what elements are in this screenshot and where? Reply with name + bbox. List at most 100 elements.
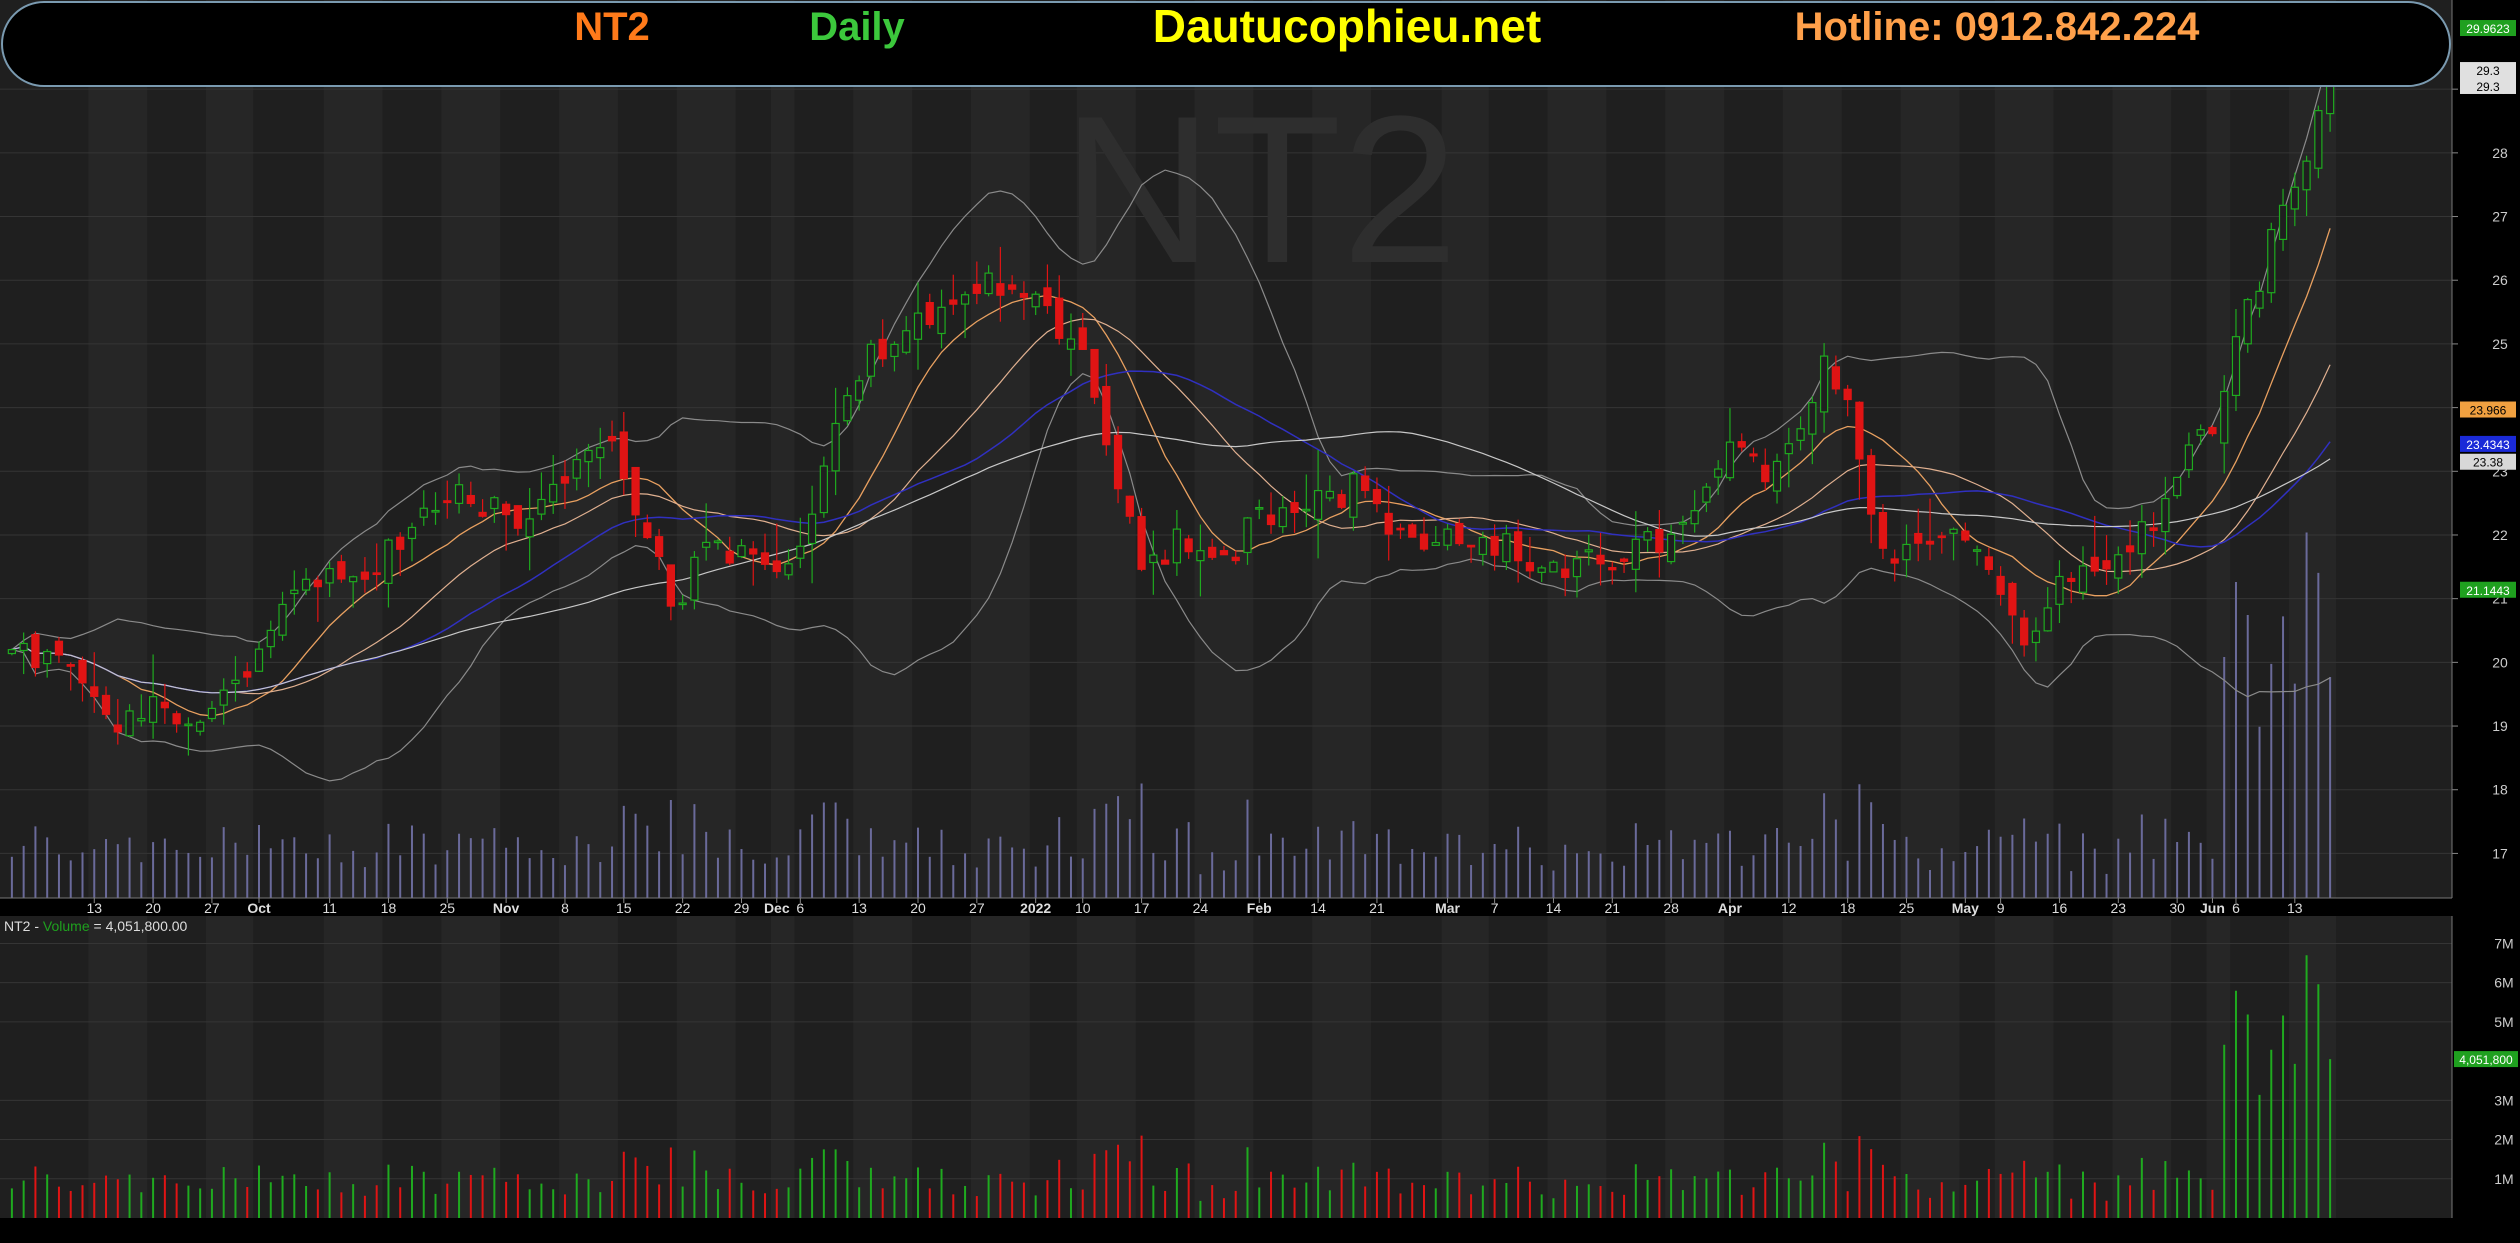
- candle-down: [2149, 527, 2158, 532]
- date-band: [770, 0, 795, 898]
- volume-title-name: Volume: [43, 918, 90, 934]
- volume-tick-label: 5M: [2494, 1014, 2513, 1030]
- price-marker-label: 29.9623: [2466, 22, 2510, 36]
- candle-down: [101, 694, 111, 715]
- candle-up: [2137, 521, 2146, 555]
- candle-down: [2102, 560, 2111, 570]
- date-band-volume: [559, 916, 618, 1218]
- candle-down: [1466, 544, 1476, 548]
- candle-up: [984, 272, 993, 295]
- candle-down: [160, 701, 169, 709]
- candle-down: [1137, 516, 1146, 570]
- candle-up: [913, 312, 923, 340]
- date-band-volume: [770, 916, 795, 1218]
- candle-up: [1949, 528, 1958, 534]
- candle-up: [819, 465, 828, 514]
- candle-up: [1196, 550, 1205, 562]
- candle-up: [2231, 336, 2241, 397]
- candle-up: [1172, 528, 1182, 564]
- candle-down: [1219, 550, 1229, 556]
- price-tick-label: 19: [2492, 718, 2508, 734]
- date-tick-label: 11: [322, 900, 337, 916]
- date-tick-label: 25: [1899, 900, 1915, 916]
- date-tick-label: Oct: [247, 900, 271, 916]
- candle-down: [1043, 287, 1052, 307]
- date-tick-label: May: [1952, 900, 1979, 916]
- candle-up: [137, 717, 146, 722]
- date-band-volume: [853, 916, 913, 1218]
- date-tick-label: 16: [2052, 900, 2068, 916]
- candle-up: [1631, 538, 1640, 570]
- candle-up: [2314, 110, 2323, 169]
- candle-up: [2055, 575, 2064, 605]
- candle-up: [1702, 486, 1711, 503]
- candle-down: [1408, 524, 1417, 538]
- date-tick-label: Nov: [493, 900, 520, 916]
- candle-up: [937, 306, 946, 335]
- date-tick-label: Mar: [1435, 900, 1460, 916]
- candle-down: [1337, 494, 1346, 508]
- candle-down: [1925, 540, 1935, 545]
- volume-title-ticker: NT2: [4, 918, 31, 934]
- candle-down: [478, 511, 487, 517]
- date-band: [1547, 0, 1607, 898]
- candle-up: [702, 541, 711, 548]
- date-band: [1994, 0, 2054, 898]
- candle-up: [1349, 473, 1358, 518]
- candle-down: [1619, 558, 1629, 562]
- date-tick-label: 30: [2169, 900, 2185, 916]
- date-band: [676, 0, 736, 898]
- candle-up: [2184, 444, 2194, 471]
- volume-marker-label: 4,051,800: [2459, 1053, 2513, 1067]
- volume-tick-label: 7M: [2494, 935, 2513, 951]
- candle-up: [1478, 536, 1487, 555]
- candle-down: [949, 299, 958, 305]
- header-site: Dautucophieu.net: [1153, 0, 1541, 52]
- candle-up: [290, 589, 299, 595]
- date-band: [2112, 0, 2172, 898]
- date-tick-label: 23: [2111, 900, 2127, 916]
- date-tick-label: 27: [204, 900, 220, 916]
- candle-down: [1231, 556, 1240, 562]
- date-tick-label: 21: [1369, 900, 1385, 916]
- candle-up: [349, 576, 358, 583]
- candle-up: [960, 294, 970, 305]
- candle-down: [54, 640, 64, 656]
- candle-up: [1302, 508, 1311, 512]
- volume-panel-title: NT2 - Volume = 4,051,800.00: [4, 918, 188, 934]
- volume-tick-label: 6M: [2494, 975, 2513, 991]
- candle-up: [1255, 507, 1264, 510]
- candle-up: [454, 484, 464, 504]
- header-hotline: Hotline: 0912.842.224: [1795, 5, 2200, 49]
- candle-up: [2302, 160, 2311, 191]
- candle-up: [1808, 402, 1817, 435]
- candle-down: [1831, 366, 1841, 390]
- candle-up: [1431, 541, 1440, 546]
- candle-up: [1643, 531, 1652, 541]
- candle-up: [1584, 549, 1593, 553]
- date-tick-label: 28: [1663, 900, 1679, 916]
- date-tick-label: 14: [1310, 900, 1326, 916]
- date-band: [2206, 0, 2231, 898]
- header-period: Daily: [809, 5, 905, 49]
- price-tick-label: 27: [2492, 209, 2508, 225]
- candle-up: [184, 723, 193, 727]
- price-tick-label: 22: [2492, 527, 2508, 543]
- candle-down: [1102, 385, 1111, 446]
- candle-down: [1878, 512, 1888, 549]
- candle-up: [2243, 299, 2252, 345]
- candle-down: [1608, 567, 1617, 571]
- candle-down: [2090, 556, 2099, 572]
- candle-up: [1313, 489, 1323, 520]
- candle-down: [1761, 464, 1770, 483]
- candle-down: [1055, 297, 1064, 339]
- price-tick-label: 20: [2492, 654, 2508, 670]
- date-tick-label: 8: [561, 900, 569, 916]
- date-band-volume: [1441, 916, 1489, 1218]
- date-tick-label: Dec: [764, 900, 790, 916]
- date-tick-label: 17: [1134, 900, 1150, 916]
- date-band-volume: [1900, 916, 1960, 1218]
- candle-up: [1443, 528, 1452, 546]
- date-band-volume: [441, 916, 501, 1218]
- candle-up: [2043, 607, 2052, 632]
